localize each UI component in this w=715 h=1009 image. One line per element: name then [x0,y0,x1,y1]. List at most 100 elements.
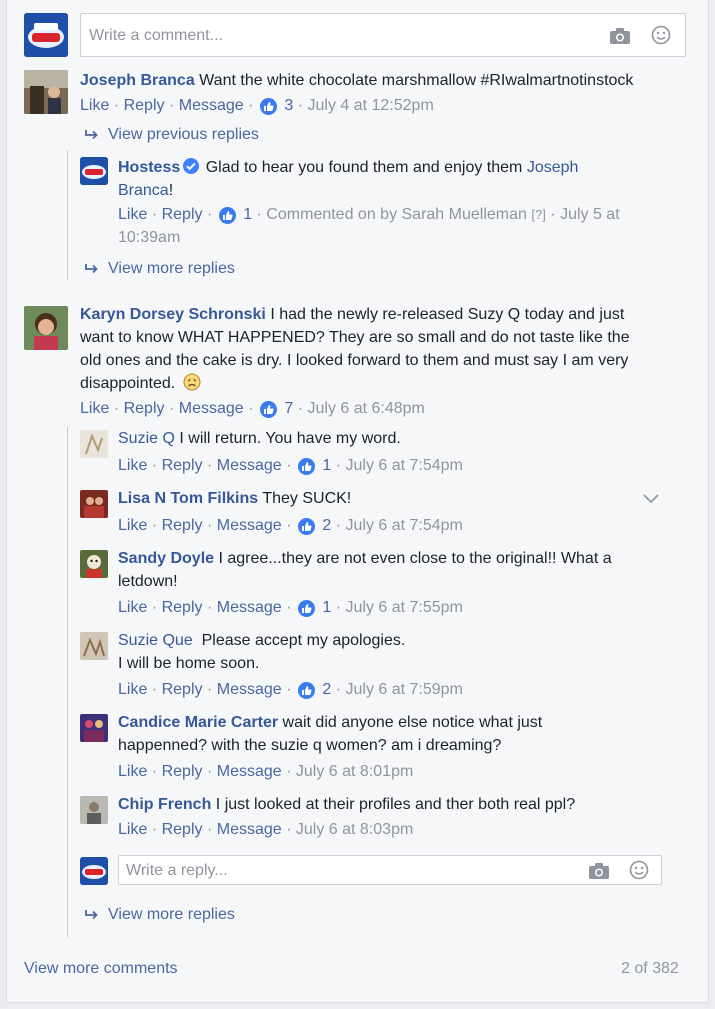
reply-link[interactable]: Reply [124,97,165,114]
reply-author[interactable]: Chip French [118,796,211,813]
page-avatar-hostess[interactable] [80,857,108,885]
timestamp[interactable]: July 4 at 12:52pm [307,97,433,114]
timestamp[interactable]: July 6 at 7:54pm [345,457,462,474]
reply-text: Glad to hear you found them and enjoy th… [205,159,523,176]
timestamp[interactable]: July 6 at 6:48pm [307,400,424,417]
message-link[interactable]: Message [217,457,282,474]
timestamp[interactable]: July 5 at [560,206,620,223]
reply-link[interactable]: Reply [162,763,203,780]
mention-joseph-branca-2[interactable]: Branca [118,182,169,199]
avatar-candice-marie-carter[interactable] [80,714,108,742]
comment-count: 2 of 382 [621,960,679,977]
like-link[interactable]: Like [118,821,147,838]
like-link[interactable]: Like [118,517,147,534]
like-count[interactable]: 7 [284,400,293,417]
like-count[interactable]: 2 [322,681,331,698]
like-count[interactable]: 2 [322,517,331,534]
comment-author[interactable]: Joseph Branca [80,72,195,89]
avatar-sandy-doyle[interactable] [80,550,108,578]
camera-icon[interactable] [588,862,610,880]
reply-link[interactable]: Reply [162,457,203,474]
hostess-logo-icon [24,13,68,57]
like-count[interactable]: 3 [284,97,293,114]
message-link[interactable]: Message [217,681,282,698]
reply-link[interactable]: Reply [162,517,203,534]
reply-text: They SUCK! [262,490,352,507]
profile-photo [80,490,108,518]
reply-author[interactable]: Candice Marie Carter [118,714,278,731]
avatar-karyn-dorsey-schronski[interactable] [24,306,68,350]
comment-input[interactable]: Write a comment... [80,13,686,57]
reply-input[interactable]: Write a reply... [118,855,662,885]
reply-author[interactable]: Lisa N Tom Filkins [118,490,258,507]
view-more-comments[interactable]: View more comments [24,957,178,980]
message-link[interactable]: Message [217,763,282,780]
camera-icon[interactable] [609,27,631,45]
like-count[interactable]: 1 [322,457,331,474]
avatar-suzie-q[interactable] [80,430,108,458]
like-link[interactable]: Like [118,681,147,698]
avatar-lisa-n-tom-filkins[interactable] [80,490,108,518]
view-more-replies[interactable]: View more replies [84,903,235,926]
chevron-down-icon[interactable] [643,494,659,504]
reply-link[interactable]: Reply [162,821,203,838]
like-link[interactable]: Like [80,400,109,417]
profile-photo [80,714,108,742]
mention-joseph-branca[interactable]: Joseph [527,159,579,176]
like-link[interactable]: Like [80,97,109,114]
view-previous-replies[interactable]: View previous replies [84,123,259,146]
message-link[interactable]: Message [217,517,282,534]
profile-photo [80,796,108,824]
page-avatar-hostess[interactable] [24,13,68,57]
comment-author[interactable]: Karyn Dorsey Schronski [80,306,266,323]
reply-author[interactable]: Hostess [118,159,180,176]
timestamp-continued[interactable]: 10:39am [118,228,180,248]
like-reaction-icon[interactable] [297,681,315,699]
reply-author[interactable]: Suzie Que [118,632,193,649]
like-reaction-icon[interactable] [259,97,277,115]
like-reaction-icon[interactable] [297,517,315,535]
timestamp[interactable]: July 6 at 7:59pm [345,681,462,698]
avatar-suzie-que[interactable] [80,632,108,660]
commented-on-by[interactable]: Commented on by Sarah Muelleman [266,206,527,223]
hostess-logo-icon [80,857,108,885]
reply-author[interactable]: Sandy Doyle [118,550,214,567]
reply-body: Suzie Que Please accept my apologies. I … [118,632,406,672]
like-link[interactable]: Like [118,599,147,616]
reply-link[interactable]: Reply [162,206,203,223]
avatar-chip-french[interactable] [80,796,108,824]
like-count[interactable]: 1 [322,599,331,616]
help-link[interactable]: [?] [531,207,545,222]
reply-link[interactable]: Reply [162,599,203,616]
message-link[interactable]: Message [179,400,244,417]
like-reaction-icon[interactable] [259,400,277,418]
message-link[interactable]: Message [217,599,282,616]
timestamp[interactable]: July 6 at 8:03pm [296,821,413,838]
avatar-hostess[interactable] [80,157,108,185]
emoji-icon[interactable] [629,860,649,880]
view-more-replies[interactable]: View more replies [84,257,235,280]
like-reaction-icon[interactable] [218,206,236,224]
reply-actions: Like · Reply · Message · 1 · July 6 at 7… [118,457,463,475]
like-reaction-icon[interactable] [297,457,315,475]
reply-arrow-icon [85,909,98,919]
like-reaction-icon[interactable] [297,599,315,617]
emoji-icon[interactable] [651,25,671,45]
reply-actions: Like · Reply · Message · July 6 at 8:01p… [118,763,414,780]
reply-body: Hostess Glad to hear you found them and … [118,158,579,199]
reply-author[interactable]: Suzie Q [118,430,175,447]
like-link[interactable]: Like [118,763,147,780]
like-link[interactable]: Like [118,206,147,223]
reply-link[interactable]: Reply [124,400,165,417]
message-link[interactable]: Message [179,97,244,114]
like-link[interactable]: Like [118,457,147,474]
reply-link[interactable]: Reply [162,681,203,698]
reply-actions: Like · Reply · Message · 2 · July 6 at 7… [118,681,463,699]
profile-photo [80,430,108,458]
message-link[interactable]: Message [217,821,282,838]
timestamp[interactable]: July 6 at 7:54pm [345,517,462,534]
like-count[interactable]: 1 [243,206,252,223]
timestamp[interactable]: July 6 at 7:55pm [345,599,462,616]
avatar-joseph-branca[interactable] [24,70,68,114]
timestamp[interactable]: July 6 at 8:01pm [296,763,413,780]
